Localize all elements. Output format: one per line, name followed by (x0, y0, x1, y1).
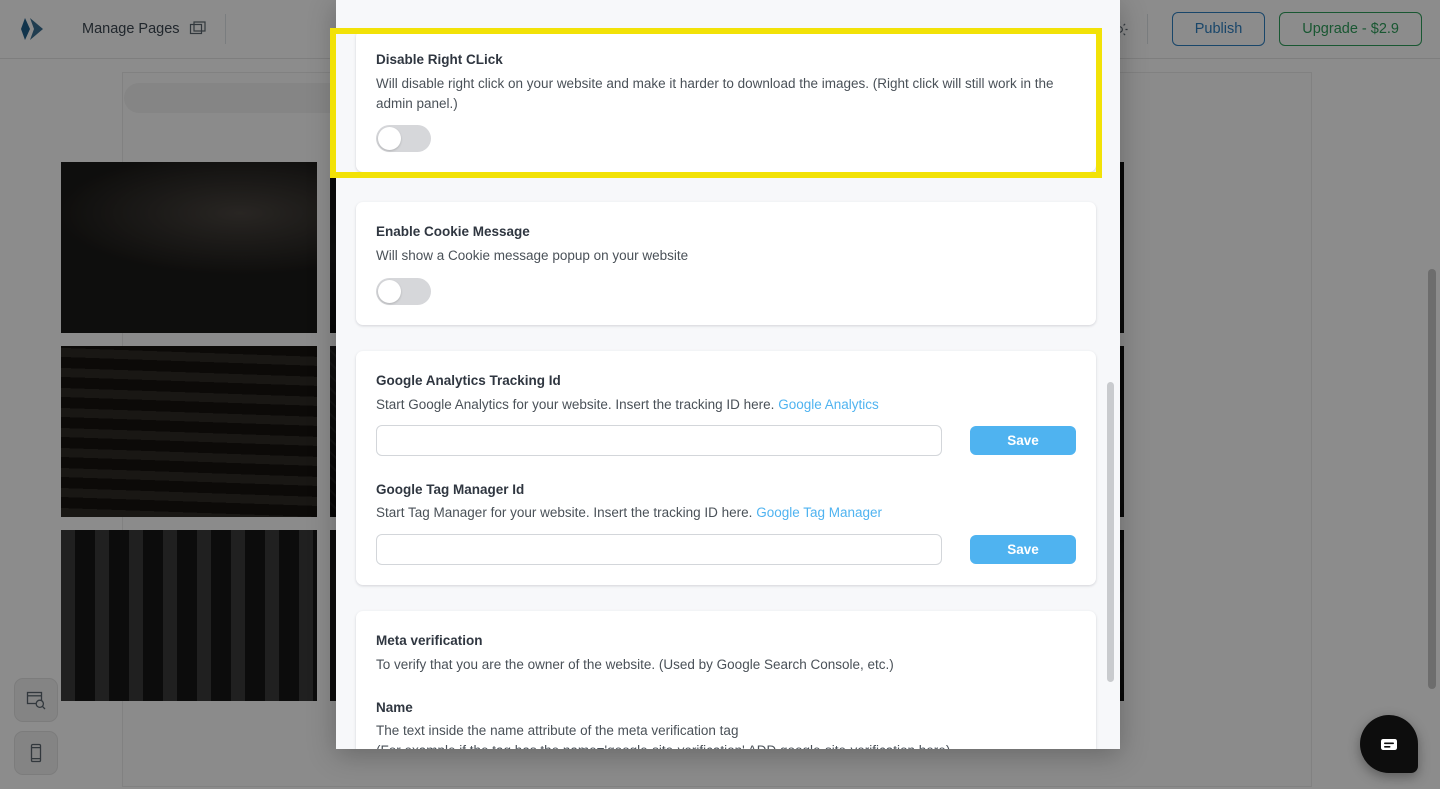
cookie-message-title: Enable Cookie Message (376, 224, 530, 240)
ga-tracking-id-input[interactable] (376, 425, 942, 457)
meta-name-description-line1: The text inside the name attribute of th… (376, 723, 739, 739)
chat-widget-button[interactable] (1360, 715, 1418, 773)
cookie-message-toggle[interactable] (376, 277, 431, 305)
gtm-desc-text: Start Tag Manager for your website. Inse… (376, 505, 753, 521)
ga-tracking-id-description: Start Google Analytics for your website.… (376, 395, 1076, 415)
google-analytics-link[interactable]: Google Analytics (778, 397, 879, 412)
modal-scroll-area: Disable Right CLick Will disable right c… (336, 0, 1120, 749)
ga-desc-text: Start Google Analytics for your website.… (376, 396, 775, 412)
card-meta-verification: Meta verification To verify that you are… (356, 610, 1096, 749)
disable-right-click-toggle[interactable] (376, 125, 431, 153)
gtm-block: Google Tag Manager Id Start Tag Manager … (376, 482, 1076, 565)
meta-name-description-line2: (For example if the tag has the name='go… (376, 741, 1076, 749)
toggle-knob (378, 279, 401, 303)
meta-verification-description: To verify that you are the owner of the … (376, 656, 894, 672)
gtm-save-button[interactable]: Save (970, 534, 1076, 564)
ga-field-row: Save (376, 425, 1076, 457)
meta-name-block: Name The text inside the name attribute … (376, 700, 1076, 749)
site-settings-modal: Disable Right CLick Will disable right c… (336, 0, 1120, 749)
disable-right-click-title: Disable Right CLick (376, 52, 503, 67)
gtm-field-row: Save (376, 533, 1076, 565)
toggle-knob (378, 127, 401, 151)
google-tag-manager-link[interactable]: Google Tag Manager (756, 505, 882, 520)
card-disable-right-click: Disable Right CLick Will disable right c… (356, 30, 1096, 173)
cookie-message-description: Will show a Cookie message popup on your… (376, 248, 689, 264)
ga-tracking-id-title: Google Analytics Tracking Id (376, 372, 561, 388)
disable-right-click-description: Will disable right click on your website… (376, 76, 1054, 111)
gtm-id-title: Google Tag Manager Id (376, 482, 525, 498)
meta-verification-title: Meta verification (376, 632, 483, 648)
highlight-spacer (356, 180, 1096, 202)
gtm-id-description: Start Tag Manager for your website. Inse… (376, 503, 1076, 523)
gtm-id-input[interactable] (376, 533, 942, 565)
chat-message-icon (1376, 731, 1402, 757)
meta-name-title: Name (376, 700, 413, 716)
card-google-analytics: Google Analytics Tracking Id Start Googl… (356, 350, 1096, 585)
ga-save-button[interactable]: Save (970, 426, 1076, 456)
modal-scrollbar[interactable] (1107, 382, 1114, 682)
card-enable-cookie-message: Enable Cookie Message Will show a Cookie… (356, 202, 1096, 325)
